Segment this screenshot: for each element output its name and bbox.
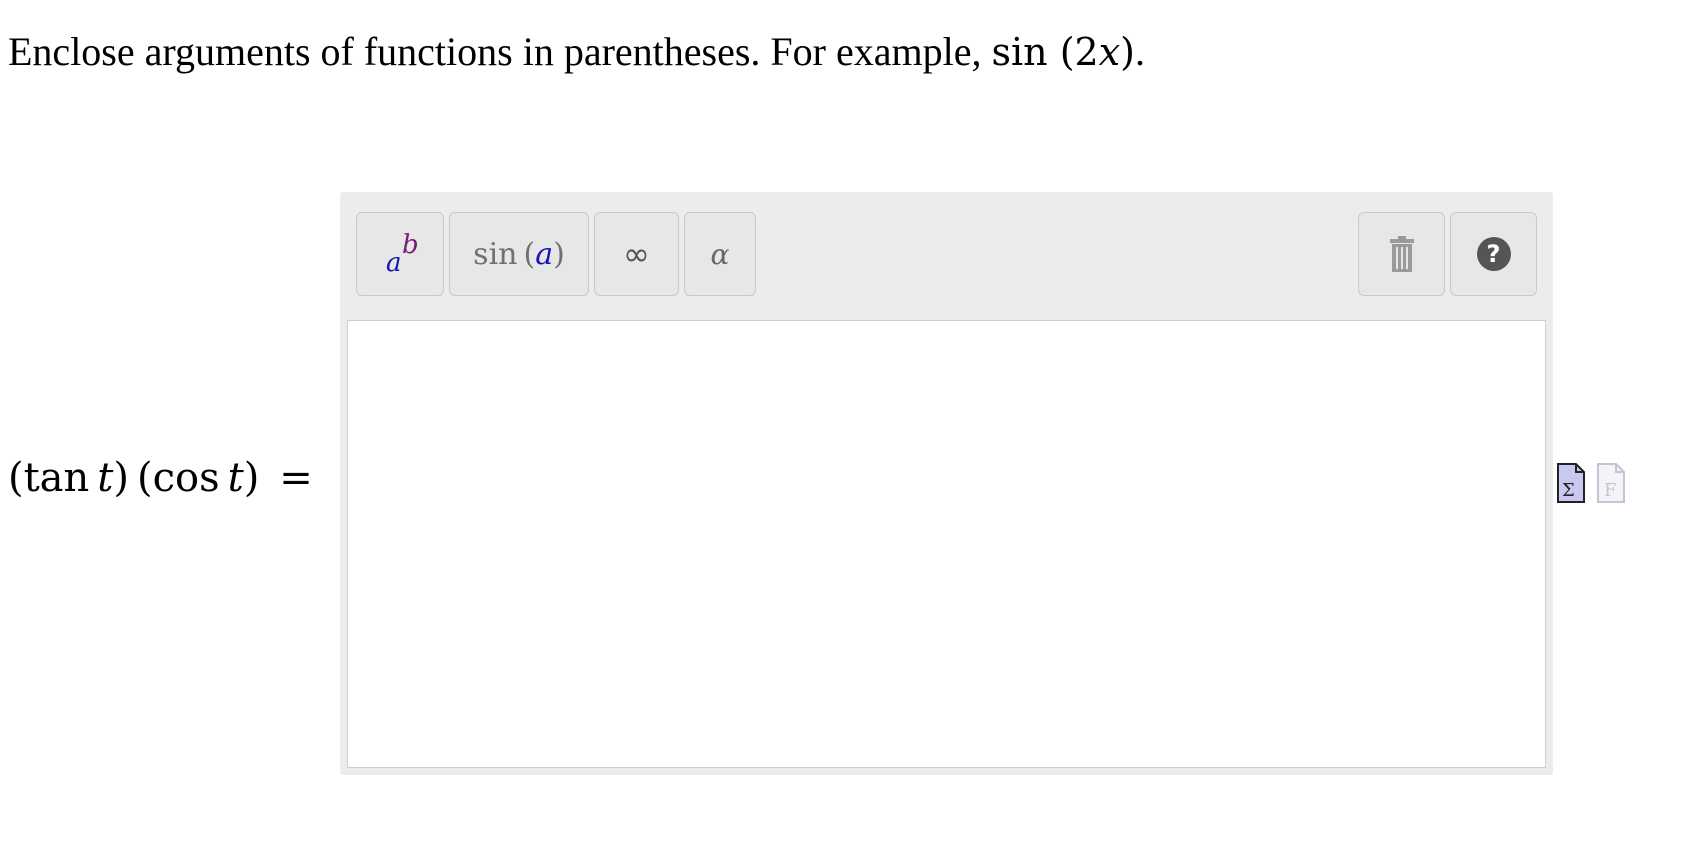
variable-t: t xyxy=(227,455,244,501)
power-exponent: b xyxy=(402,230,419,260)
function-tan: tan xyxy=(23,455,90,501)
instruction-sentence: Enclose arguments of functions in parent… xyxy=(8,29,982,74)
function-icon: sin (a) xyxy=(473,237,565,272)
math-toolbar: a b sin (a) ∞ α ? xyxy=(340,192,1553,320)
example-math: sin (2x) xyxy=(991,30,1135,74)
example-end: . xyxy=(1134,29,1145,74)
equals-sign: = xyxy=(279,455,313,501)
example-coef: 2 xyxy=(1074,30,1099,74)
text-document-icon[interactable]: F xyxy=(1596,462,1626,504)
infinity-button[interactable]: ∞ xyxy=(594,212,679,296)
trash-icon xyxy=(1389,236,1414,272)
function-open: ( xyxy=(523,236,536,272)
math-document-icon[interactable]: Σ xyxy=(1556,462,1586,504)
clear-button[interactable] xyxy=(1358,212,1445,296)
infinity-icon: ∞ xyxy=(623,235,650,273)
variable-t: t xyxy=(97,455,114,501)
example-var: x xyxy=(1098,30,1121,74)
function-name: sin xyxy=(473,236,518,272)
paren: ( xyxy=(8,455,24,501)
example-open: ( xyxy=(1059,30,1075,74)
alpha-icon: α xyxy=(710,237,730,271)
svg-text:Σ: Σ xyxy=(1562,480,1575,501)
paren: ) xyxy=(113,455,129,501)
format-icons: Σ F xyxy=(1556,462,1626,504)
function-button[interactable]: sin (a) xyxy=(449,212,589,296)
instruction-text: Enclose arguments of functions in parent… xyxy=(8,28,1145,76)
example-fn: sin xyxy=(991,30,1048,74)
math-editor: a b sin (a) ∞ α ? xyxy=(340,192,1553,775)
paren: ) xyxy=(243,455,260,501)
example-close: ) xyxy=(1120,30,1135,74)
question-expression: (tan t) (cos t) = xyxy=(8,455,313,501)
function-arg: a xyxy=(535,236,554,272)
power-base: a xyxy=(386,248,402,278)
greek-letters-button[interactable]: α xyxy=(684,212,756,296)
help-icon: ? xyxy=(1476,237,1511,271)
function-close: ) xyxy=(553,236,565,272)
answer-input[interactable] xyxy=(347,320,1546,768)
help-button[interactable]: ? xyxy=(1450,212,1537,296)
svg-text:F: F xyxy=(1604,480,1617,501)
function-cos: cos xyxy=(152,455,220,501)
paren: ( xyxy=(136,455,153,501)
power-button[interactable]: a b xyxy=(356,212,444,296)
power-icon: a b xyxy=(380,230,420,278)
